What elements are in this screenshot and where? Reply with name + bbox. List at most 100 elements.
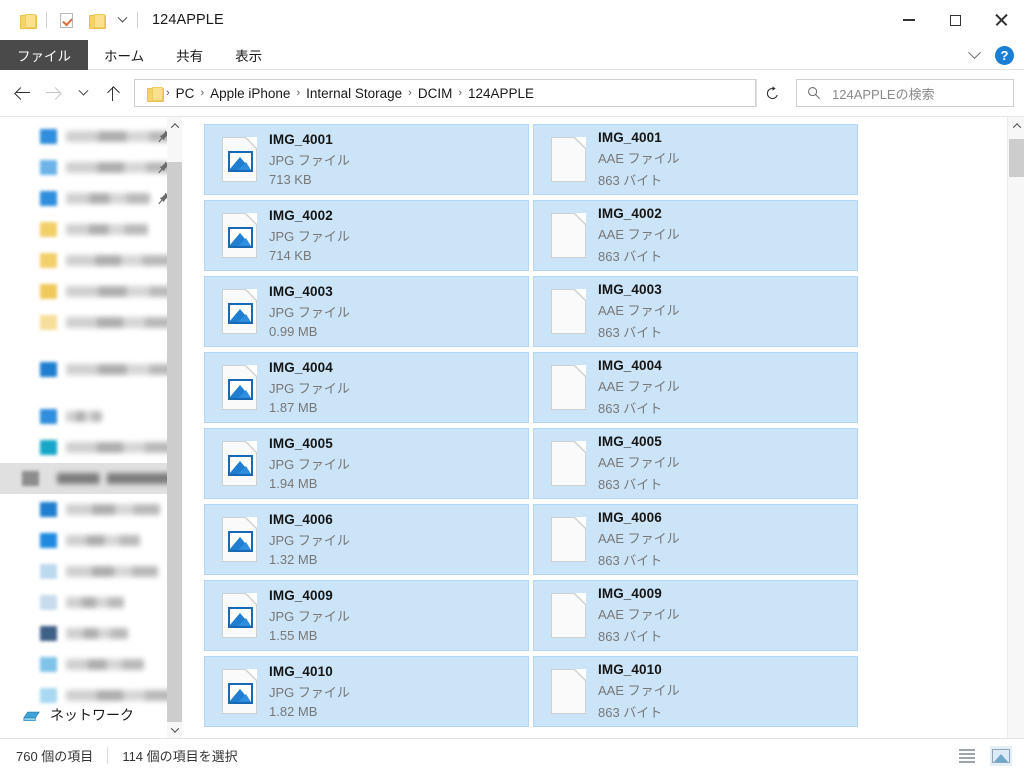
sidebar-item[interactable] <box>0 401 182 432</box>
file-explorer-window: 124APPLE ファイル ホーム 共有 表示 ? › PC › Apple i… <box>0 0 1024 771</box>
file-tile[interactable]: IMG_4005 JPG ファイル 1.94 MB <box>204 428 529 499</box>
network-label: ネットワーク <box>50 707 134 723</box>
file-tile[interactable]: IMG_4003 JPG ファイル 0.99 MB <box>204 276 529 347</box>
file-tile[interactable]: IMG_4005 AAE ファイル 863 バイト <box>533 428 858 499</box>
explorer-body: ネットワーク IMG_4001 JPG ファイル 713 KB IMG_4001 AAE… <box>0 116 1024 738</box>
breadcrumb-item-124apple[interactable]: 124APPLE <box>463 86 539 101</box>
file-type: AAE ファイル <box>598 531 680 546</box>
sidebar-item-label <box>66 411 102 422</box>
properties-icon[interactable] <box>51 6 81 34</box>
sidebar-item-label <box>57 473 182 484</box>
content-scroll-thumb[interactable] <box>1009 139 1024 177</box>
recent-locations-button[interactable] <box>68 78 98 108</box>
refresh-icon[interactable] <box>756 79 788 107</box>
content-scroll-up-button[interactable] <box>1008 117 1024 135</box>
search-input[interactable]: 124APPLEの検索 <box>796 79 1014 107</box>
sidebar-item-label <box>66 504 160 515</box>
help-icon[interactable]: ? <box>995 45 1014 65</box>
sidebar-item[interactable] <box>0 354 182 385</box>
file-tile[interactable]: IMG_4001 JPG ファイル 713 KB <box>204 124 529 195</box>
file-tile[interactable]: IMG_4006 JPG ファイル 1.32 MB <box>204 504 529 575</box>
status-bar: 760 個の項目 114 個の項目を選択 <box>0 738 1024 771</box>
file-tile[interactable]: IMG_4004 JPG ファイル 1.87 MB <box>204 352 529 423</box>
file-size: 863 バイト <box>598 401 663 416</box>
sidebar-item[interactable] <box>0 587 182 618</box>
jpg-file-icon <box>217 137 261 182</box>
qat-divider-2 <box>137 12 138 28</box>
file-list-view[interactable]: IMG_4001 JPG ファイル 713 KB IMG_4001 AAE ファイル 86… <box>182 117 1024 738</box>
tab-view[interactable]: 表示 <box>219 40 278 70</box>
sidebar-item[interactable] <box>0 121 182 152</box>
file-size: 713 KB <box>269 172 312 187</box>
minimize-button[interactable] <box>886 0 932 40</box>
file-name: IMG_4005 <box>269 436 333 451</box>
file-tile[interactable]: IMG_4006 AAE ファイル 863 バイト <box>533 504 858 575</box>
sidebar-scroll-thumb[interactable] <box>167 162 182 722</box>
sidebar-scroll-down-button[interactable] <box>167 721 182 738</box>
content-scrollbar[interactable] <box>1007 117 1024 738</box>
file-size: 1.82 MB <box>269 704 318 719</box>
file-tile[interactable]: IMG_4009 JPG ファイル 1.55 MB <box>204 580 529 651</box>
file-size: 863 バイト <box>598 249 663 264</box>
chevron-down-icon[interactable] <box>111 6 133 34</box>
previous-locations-icon[interactable] <box>727 80 753 106</box>
file-tile[interactable]: IMG_4009 AAE ファイル 863 バイト <box>533 580 858 651</box>
file-type: AAE ファイル <box>598 455 680 470</box>
file-tile[interactable]: IMG_4002 JPG ファイル 714 KB <box>204 200 529 271</box>
breadcrumb-bar[interactable]: › PC › Apple iPhone › Internal Storage ›… <box>134 79 756 107</box>
sidebar-item[interactable] <box>0 618 182 649</box>
sidebar-item[interactable] <box>0 525 182 556</box>
sidebar-item[interactable] <box>0 463 182 494</box>
sidebar-item-label <box>66 193 150 204</box>
tab-share[interactable]: 共有 <box>160 40 219 70</box>
aae-file-icon <box>546 365 590 410</box>
jpg-file-icon <box>217 289 261 334</box>
sidebar-item[interactable] <box>0 183 182 214</box>
sidebar-item-label <box>66 224 148 235</box>
breadcrumb-item-pc[interactable]: PC <box>171 86 200 101</box>
collapse-ribbon-icon[interactable] <box>968 45 983 60</box>
sidebar-item[interactable] <box>0 276 182 307</box>
tab-home[interactable]: ホーム <box>88 40 160 70</box>
breadcrumb-item-internal-storage[interactable]: Internal Storage <box>301 86 407 101</box>
sidebar-scroll-up-button[interactable] <box>167 117 182 134</box>
file-tile[interactable]: IMG_4004 AAE ファイル 863 バイト <box>533 352 858 423</box>
breadcrumb-item-dcim[interactable]: DCIM <box>413 86 458 101</box>
sidebar-item[interactable] <box>0 245 182 276</box>
file-tile-text: IMG_4002 JPG ファイル 714 KB <box>269 208 350 263</box>
sidebar-item[interactable] <box>0 432 182 463</box>
new-folder-icon[interactable] <box>81 6 111 34</box>
up-button[interactable] <box>98 78 128 108</box>
sidebar-item-label <box>66 364 182 375</box>
maximize-button[interactable] <box>932 0 978 40</box>
file-tile[interactable]: IMG_4002 AAE ファイル 863 バイト <box>533 200 858 271</box>
file-tile-text: IMG_4010 AAE ファイル 863 バイト <box>598 662 680 721</box>
sidebar-item[interactable] <box>0 152 182 183</box>
tab-file[interactable]: ファイル <box>0 40 88 70</box>
file-tile[interactable]: IMG_4001 AAE ファイル 863 バイト <box>533 124 858 195</box>
aae-file-icon <box>546 517 590 562</box>
details-view-button[interactable] <box>956 746 978 766</box>
back-button[interactable] <box>8 78 38 108</box>
file-tile[interactable]: IMG_4003 AAE ファイル 863 バイト <box>533 276 858 347</box>
breadcrumb-item-apple-iphone[interactable]: Apple iPhone <box>205 86 295 101</box>
sidebar-item[interactable] <box>0 494 182 525</box>
sidebar-item[interactable] <box>0 307 182 338</box>
sidebar-item[interactable] <box>0 649 182 680</box>
search-icon <box>808 87 820 99</box>
sidebar-item-icon <box>40 502 57 517</box>
large-icons-view-button[interactable] <box>990 745 1012 766</box>
sidebar-item[interactable] <box>0 214 182 245</box>
folder-icon[interactable] <box>12 6 42 34</box>
file-size: 714 KB <box>269 248 312 263</box>
file-name: IMG_4002 <box>598 206 662 221</box>
close-button[interactable] <box>978 0 1024 40</box>
sidebar-item-icon <box>40 160 57 175</box>
file-tile[interactable]: IMG_4010 AAE ファイル 863 バイト <box>533 656 858 727</box>
sidebar-item-network[interactable]: ネットワーク <box>0 700 182 730</box>
file-tile[interactable]: IMG_4010 JPG ファイル 1.82 MB <box>204 656 529 727</box>
quick-access-toolbar <box>0 6 142 34</box>
file-name: IMG_4009 <box>269 588 333 603</box>
sidebar-scrollbar[interactable] <box>167 117 182 738</box>
sidebar-item[interactable] <box>0 556 182 587</box>
